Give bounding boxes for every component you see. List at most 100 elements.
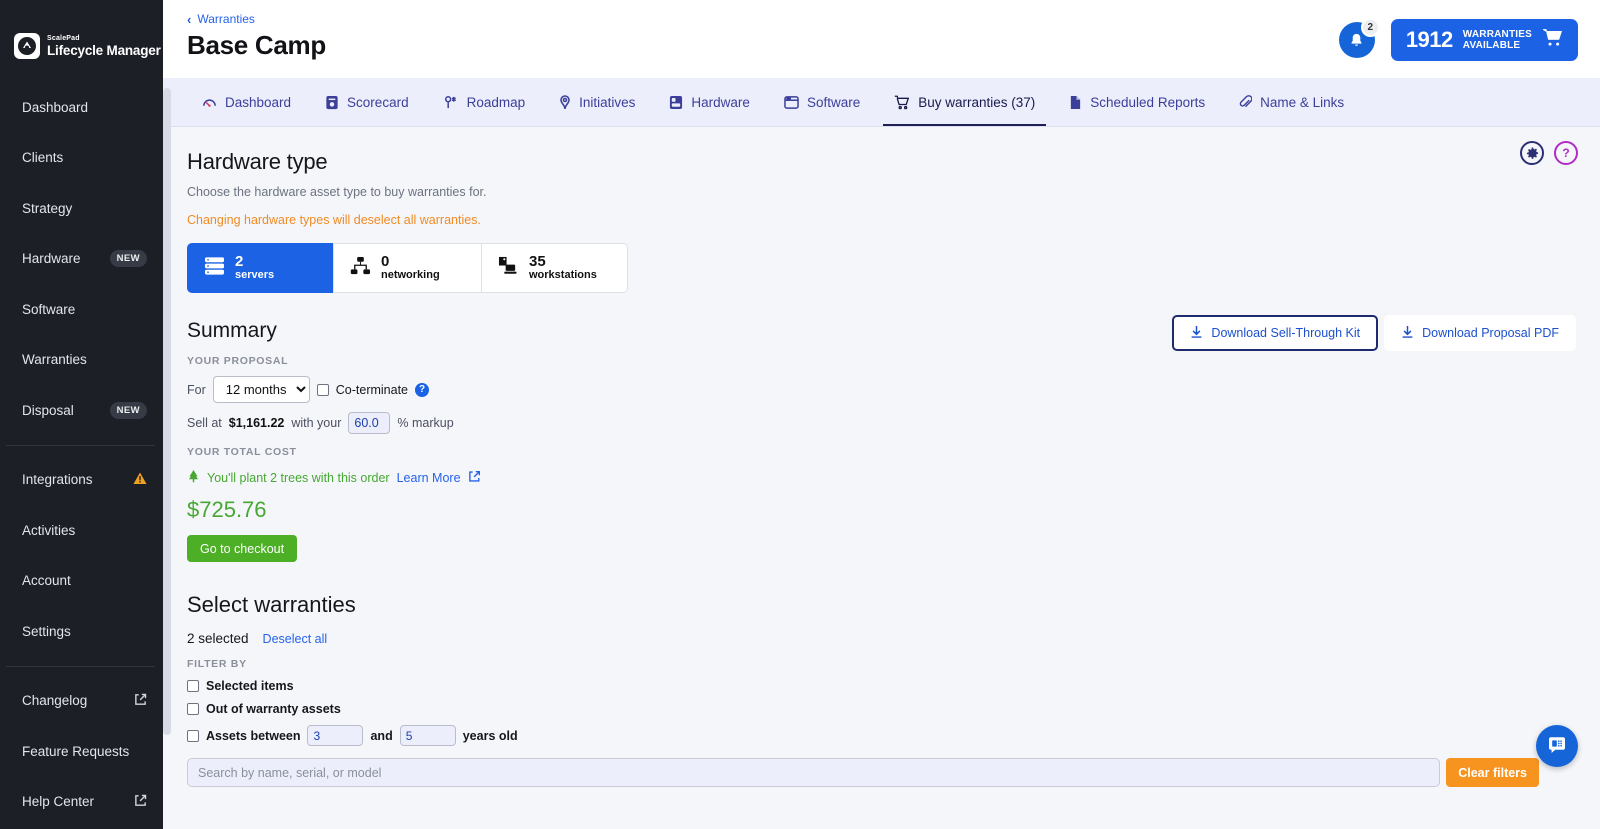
your-total-cost-label: YOUR TOTAL COST <box>187 446 297 458</box>
sidebar-item-software[interactable]: Software <box>0 284 163 335</box>
selected-items-checkbox[interactable] <box>187 680 199 692</box>
sidebar-item-strategy[interactable]: Strategy <box>0 183 163 234</box>
sidebar-item-hardware[interactable]: Hardware NEW <box>0 234 163 285</box>
assets-max-age-input[interactable] <box>399 725 456 746</box>
sidebar-item-activities[interactable]: Activities <box>0 505 163 556</box>
proposal-term-row: For 12 months 24 months 36 months Co-ter… <box>187 376 1600 403</box>
coterminate-checkbox[interactable] <box>316 383 329 396</box>
warranties-available-button[interactable]: 1912 WARRANTIES AVAILABLE <box>1390 19 1578 61</box>
hardware-tile-count: 35 <box>529 252 546 270</box>
search-input[interactable] <box>187 758 1441 787</box>
sidebar-item-settings[interactable]: Settings <box>0 606 163 657</box>
help-glyph: ? <box>1562 146 1570 160</box>
sidebar-item-label: Clients <box>22 150 64 166</box>
vertical-scrollbar[interactable] <box>163 88 171 735</box>
out-of-warranty-checkbox[interactable] <box>187 703 199 715</box>
question-mark-icon[interactable]: ? <box>415 382 429 397</box>
for-label: For <box>187 382 206 397</box>
gear-icon[interactable] <box>1520 141 1544 165</box>
hardware-type-heading: Hardware type <box>187 149 328 174</box>
tab-label: Software <box>806 94 861 110</box>
sidebar-item-account[interactable]: Account <box>0 556 163 607</box>
clear-filters-button[interactable]: Clear filters <box>1446 758 1539 787</box>
sell-price-value: $1,161.22 <box>228 416 285 430</box>
tab-scorecard[interactable]: Scorecard <box>308 78 426 126</box>
sidebar-item-clients[interactable]: Clients <box>0 133 163 184</box>
download-buttons: Download Sell-Through Kit Download Propo… <box>1172 315 1576 351</box>
tab-label: Scheduled Reports <box>1090 94 1206 110</box>
coterminate-label: Co-terminate <box>335 382 408 397</box>
sidebar-item-feature-requests[interactable]: Feature Requests <box>0 726 163 777</box>
breadcrumb-label: Warranties <box>197 12 255 26</box>
external-link-icon <box>134 693 147 709</box>
main-area: ‹ Warranties Base Camp 2 1912 WARRANTIES… <box>163 0 1600 829</box>
tab-label: Dashboard <box>225 94 292 110</box>
notifications-button[interactable]: 2 <box>1338 18 1380 58</box>
years-old-label: years old <box>462 728 518 743</box>
sidebar-item-warranties[interactable]: Warranties <box>0 335 163 386</box>
tab-scheduled-reports[interactable]: Scheduled Reports <box>1052 78 1222 126</box>
brand-bottom-label: Lifecycle Manager <box>47 42 161 58</box>
filter-out-of-warranty[interactable]: Out of warranty assets <box>187 702 1600 716</box>
go-to-checkout-button[interactable]: Go to checkout <box>187 535 298 562</box>
brand[interactable]: ScalePad Lifecycle Manager <box>0 0 163 70</box>
tab-initiatives[interactable]: Initiatives <box>542 78 652 126</box>
sidebar-divider <box>6 444 155 446</box>
sidebar-item-integrations[interactable]: Integrations <box>0 455 163 506</box>
hardware-tile-label: networking <box>381 268 440 281</box>
help-icon[interactable]: ? <box>1554 141 1578 165</box>
scorecard-icon <box>325 95 339 110</box>
tab-name-links[interactable]: Name & Links <box>1222 78 1361 126</box>
deselect-all-link[interactable]: Deselect all <box>263 632 328 646</box>
chat-support-icon[interactable] <box>1536 725 1578 767</box>
sidebar-item-changelog[interactable]: Changelog <box>0 676 163 727</box>
roadmap-icon <box>443 95 459 110</box>
hardware-tile-servers[interactable]: 2 servers <box>187 243 333 293</box>
and-label: and <box>370 728 393 743</box>
external-link-icon[interactable] <box>468 470 481 486</box>
sidebar-item-disposal[interactable]: Disposal NEW <box>0 385 163 436</box>
tab-label: Name & Links <box>1260 94 1345 110</box>
tab-software[interactable]: Software <box>767 78 877 126</box>
software-window-icon <box>784 95 799 109</box>
sidebar-item-help-center[interactable]: Help Center <box>0 777 163 828</box>
sidebar: ScalePad Lifecycle Manager Dashboard Cli… <box>0 0 163 829</box>
hardware-type-warning: Changing hardware types will deselect al… <box>187 213 481 227</box>
sidebar-item-label: Hardware <box>22 251 81 267</box>
sidebar-item-label: Account <box>22 573 71 589</box>
cart-icon <box>1542 28 1563 52</box>
content-area: ? Hardware type Choose the hardware asse… <box>163 127 1600 829</box>
content-tool-icons: ? <box>1520 141 1578 165</box>
download-proposal-pdf-button[interactable]: Download Proposal PDF <box>1384 315 1576 351</box>
pin-icon <box>559 94 571 110</box>
hardware-type-tiles: 2 servers 0 networking 35 workstations <box>187 243 628 293</box>
assets-between-label: Assets between <box>206 728 301 743</box>
hardware-tile-label: workstations <box>529 268 597 281</box>
brand-top-label: ScalePad <box>47 34 80 42</box>
tab-dashboard[interactable]: Dashboard <box>185 78 308 126</box>
tab-label: Hardware <box>691 94 750 110</box>
tab-hardware[interactable]: Hardware <box>652 78 767 126</box>
cart-icon <box>894 95 910 110</box>
filter-by-label: FILTER BY <box>187 658 247 670</box>
learn-more-link[interactable]: Learn More <box>397 471 461 485</box>
sidebar-item-label: Disposal <box>22 402 74 418</box>
selected-count-label: 2 selected <box>187 631 249 646</box>
markup-suffix-label: % markup <box>397 416 454 430</box>
filter-label: Selected items <box>206 679 294 693</box>
sidebar-item-dashboard[interactable]: Dashboard <box>0 82 163 133</box>
notification-badge: 2 <box>1360 18 1380 37</box>
term-select[interactable]: 12 months 24 months 36 months <box>212 376 310 403</box>
filter-selected-items[interactable]: Selected items <box>187 679 1600 693</box>
tab-buy-warranties[interactable]: Buy warranties (37) <box>877 78 1052 126</box>
tree-note-text: You'll plant 2 trees with this order <box>207 470 390 485</box>
server-rack-icon <box>204 256 225 281</box>
hardware-tile-workstations[interactable]: 35 workstations <box>481 243 628 293</box>
download-sell-through-kit-button[interactable]: Download Sell-Through Kit <box>1172 315 1379 351</box>
hardware-tile-networking[interactable]: 0 networking <box>333 243 481 293</box>
assets-min-age-input[interactable] <box>307 725 364 746</box>
breadcrumb[interactable]: ‹ Warranties <box>187 12 326 26</box>
tab-roadmap[interactable]: Roadmap <box>426 78 543 126</box>
assets-age-checkbox[interactable] <box>187 729 199 742</box>
markup-input[interactable] <box>348 412 391 434</box>
